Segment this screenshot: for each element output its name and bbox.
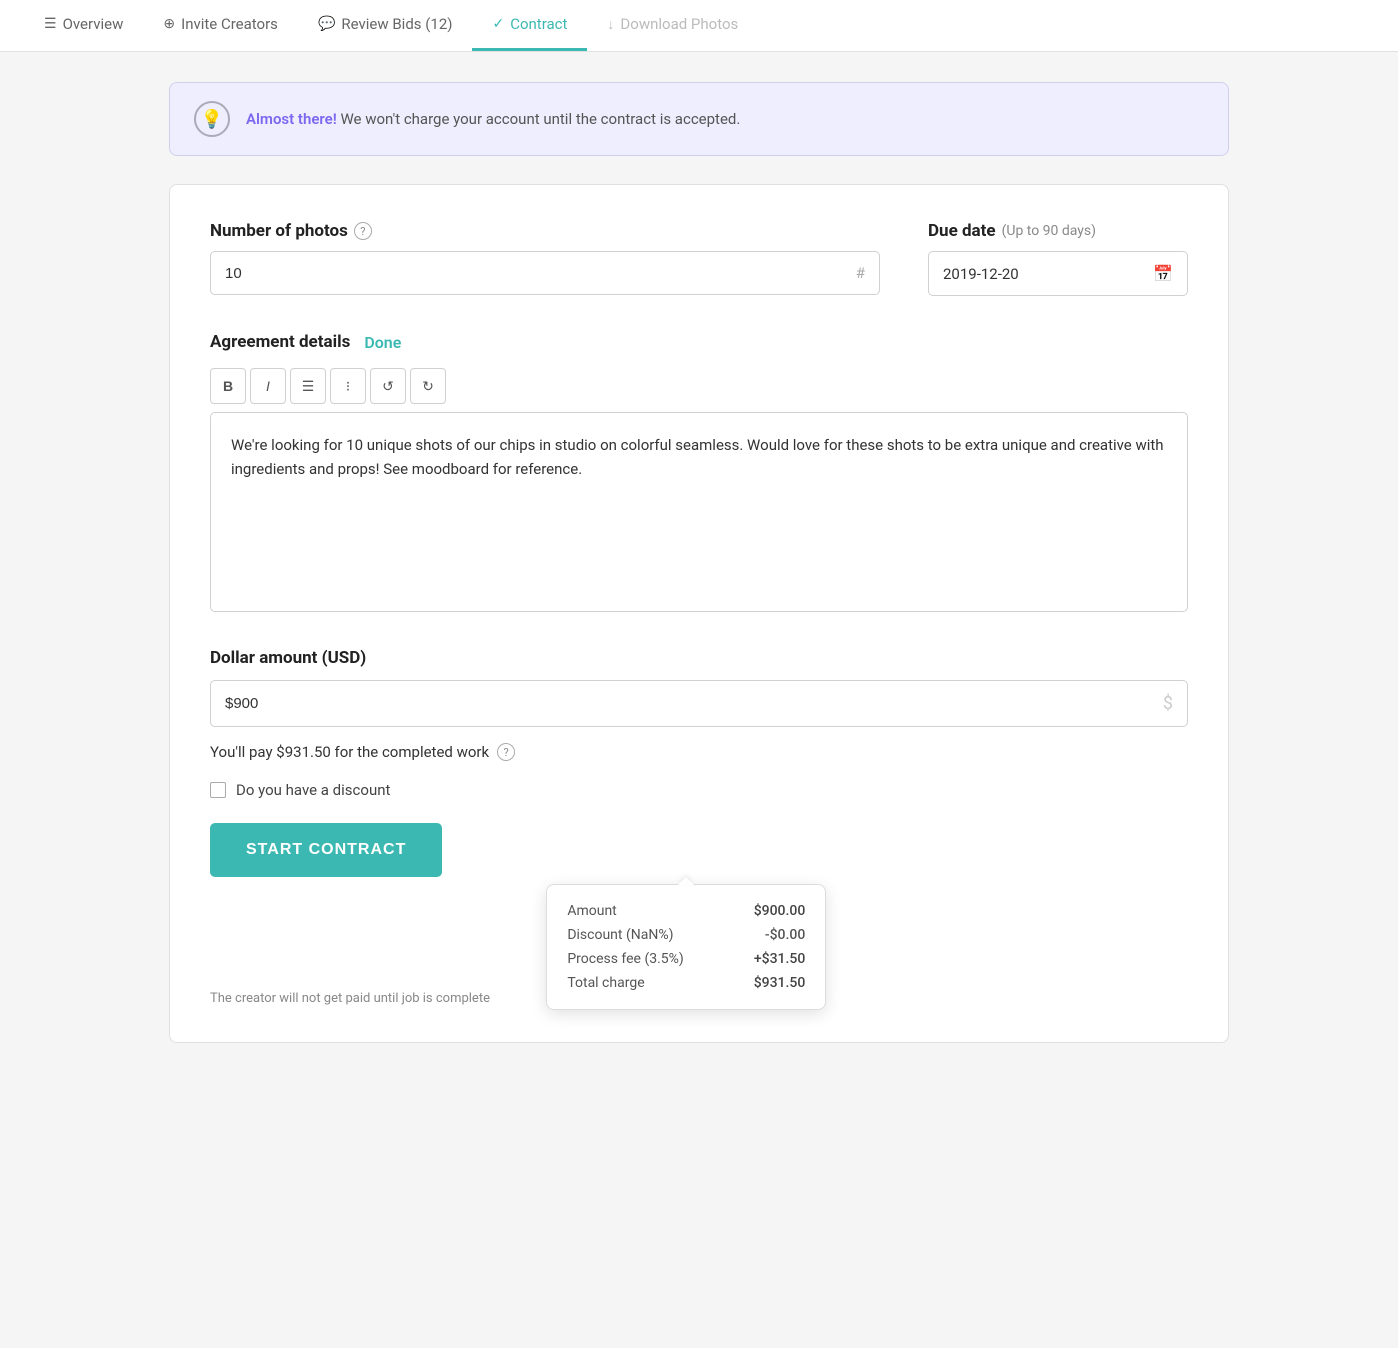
nav-overview[interactable]: ☰ Overview — [24, 0, 143, 51]
alert-highlight: Almost there! — [246, 110, 337, 128]
done-badge: Done — [364, 333, 401, 352]
due-date-value: 2019-12-20 — [943, 265, 1019, 283]
tooltip-discount-row: Discount (NaN%) -$0.00 — [567, 927, 805, 943]
photos-help-icon[interactable]: ? — [354, 222, 372, 240]
photos-group: Number of photos ? # — [210, 221, 880, 296]
invite-icon: ⊕ — [163, 16, 175, 32]
main-content: 💡 Almost there! We won't charge your acc… — [149, 52, 1249, 1073]
navigation: ☰ Overview ⊕ Invite Creators 💬 Review Bi… — [0, 0, 1398, 52]
agreement-label: Agreement details — [210, 332, 350, 352]
tooltip-arrow — [678, 877, 694, 885]
nav-contract-label: Contract — [510, 15, 567, 33]
nav-review-bids[interactable]: 💬 Review Bids (12) — [298, 0, 473, 51]
photos-label: Number of photos ? — [210, 221, 880, 241]
photos-input-wrapper: # — [210, 251, 880, 295]
nav-invite-label: Invite Creators — [181, 15, 278, 33]
dollar-input-wrapper: $ — [210, 680, 1188, 727]
contract-icon: ✓ — [492, 16, 504, 32]
due-date-label: Due date (Up to 90 days) — [928, 221, 1188, 241]
dollar-label: Dollar amount (USD) — [210, 648, 1188, 668]
nav-invite[interactable]: ⊕ Invite Creators — [143, 0, 298, 51]
tooltip-amount-label: Amount — [567, 903, 616, 919]
unordered-list-button[interactable]: ⁝ — [330, 368, 366, 404]
alert-message: We won't charge your account until the c… — [340, 110, 740, 128]
editor-area[interactable]: We're looking for 10 unique shots of our… — [210, 412, 1188, 612]
agreement-section: Agreement details Done B I ☰ ⁝ ↺ — [210, 332, 1188, 612]
dollar-icon: $ — [1163, 693, 1173, 714]
due-date-sublabel: (Up to 90 days) — [1002, 223, 1096, 239]
pay-summary: You'll pay $931.50 for the completed wor… — [210, 743, 1188, 761]
italic-button[interactable]: I — [250, 368, 286, 404]
redo-button[interactable]: ↻ — [410, 368, 446, 404]
bold-button[interactable]: B — [210, 368, 246, 404]
photos-due-date-row: Number of photos ? # Due date (Up to 90 … — [210, 221, 1188, 296]
bottom-section: START CONTRACT Amount $900.00 Discount (… — [210, 823, 1188, 1006]
tooltip-total-label: Total charge — [567, 975, 644, 991]
tooltip-total-value: $931.50 — [754, 975, 806, 991]
nav-download-photos[interactable]: ↓ Download Photos — [587, 0, 758, 51]
editor-content: We're looking for 10 unique shots of our… — [231, 436, 1164, 478]
alert-text: Almost there! We won't charge your accou… — [246, 110, 740, 128]
tooltip-amount-value: $900.00 — [754, 903, 806, 919]
alert-icon: 💡 — [194, 101, 230, 137]
tooltip-fee-value: +$31.50 — [754, 951, 805, 967]
discount-row: Do you have a discount — [210, 781, 1188, 799]
calendar-icon: 📅 — [1153, 264, 1173, 283]
agreement-header: Agreement details Done — [210, 332, 1188, 352]
overview-icon: ☰ — [44, 16, 57, 32]
pay-help-icon[interactable]: ? — [497, 743, 515, 761]
nav-download-label: Download Photos — [620, 15, 738, 33]
tooltip-amount-row: Amount $900.00 — [567, 903, 805, 919]
discount-checkbox[interactable] — [210, 782, 226, 798]
contract-card: Number of photos ? # Due date (Up to 90 … — [169, 184, 1229, 1043]
dollar-section: Dollar amount (USD) $ — [210, 648, 1188, 727]
tooltip-discount-value: -$0.00 — [765, 927, 805, 943]
discount-label: Do you have a discount — [236, 781, 390, 799]
nav-review-label: Review Bids (12) — [341, 15, 452, 33]
due-date-group: Due date (Up to 90 days) 2019-12-20 📅 — [928, 221, 1188, 296]
alert-banner: 💡 Almost there! We won't charge your acc… — [169, 82, 1229, 156]
pay-summary-text: You'll pay $931.50 for the completed wor… — [210, 743, 489, 761]
review-icon: 💬 — [318, 16, 335, 32]
photos-input[interactable] — [225, 265, 856, 282]
tooltip-discount-label: Discount (NaN%) — [567, 927, 673, 943]
ordered-list-button[interactable]: ☰ — [290, 368, 326, 404]
editor-toolbar: B I ☰ ⁝ ↺ ↻ — [210, 368, 1188, 404]
start-contract-button[interactable]: START CONTRACT — [210, 823, 442, 877]
download-icon: ↓ — [607, 16, 614, 33]
tooltip-total-row: Total charge $931.50 — [567, 975, 805, 991]
tooltip-content: Amount $900.00 Discount (NaN%) -$0.00 Pr… — [546, 884, 826, 1010]
photos-suffix: # — [856, 264, 865, 282]
due-date-input-wrapper[interactable]: 2019-12-20 📅 — [928, 251, 1188, 296]
nav-overview-label: Overview — [63, 15, 124, 33]
tooltip-fee-label: Process fee (3.5%) — [567, 951, 683, 967]
nav-contract[interactable]: ✓ Contract — [472, 0, 587, 51]
dollar-input[interactable] — [225, 695, 1163, 712]
tooltip-fee-row: Process fee (3.5%) +$31.50 — [567, 951, 805, 967]
undo-button[interactable]: ↺ — [370, 368, 406, 404]
